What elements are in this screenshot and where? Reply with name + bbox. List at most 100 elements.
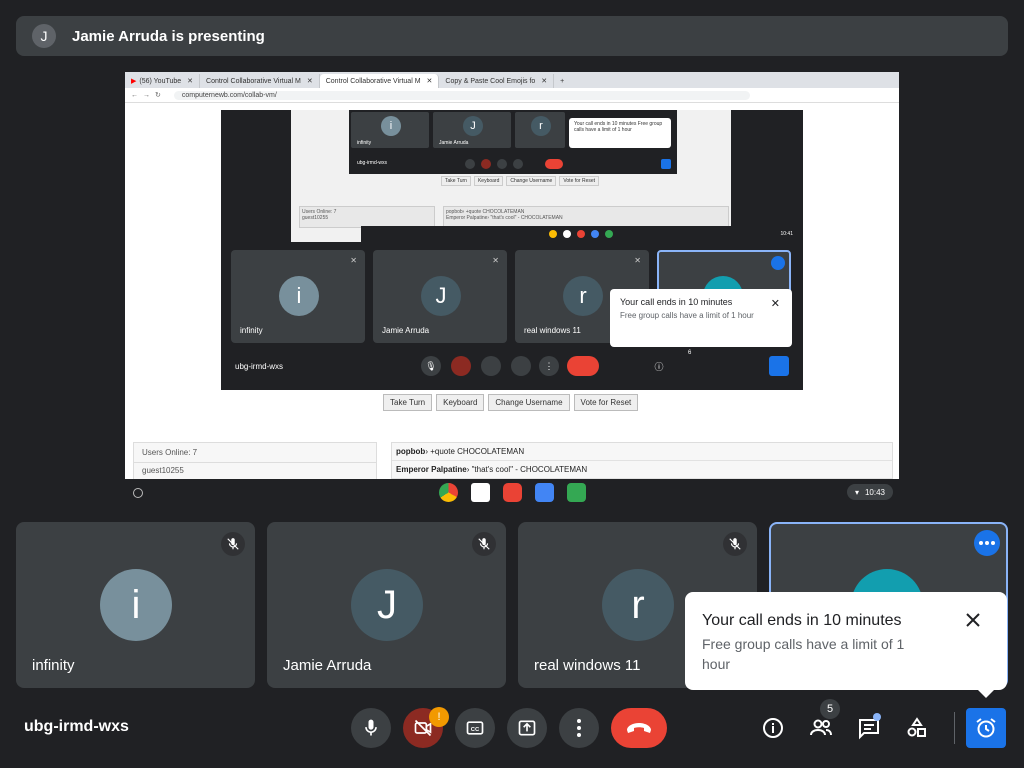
participant-name: real windows 11 (534, 657, 641, 674)
more-options-button[interactable] (974, 530, 1000, 556)
meeting-details-button[interactable] (753, 708, 793, 748)
mini-avatar: i (381, 116, 401, 136)
url-field[interactable]: computernewb.com/collab-vm/ (173, 90, 750, 100)
presenting-text: Jamie Arruda is presenting (72, 27, 265, 45)
launcher-icon (133, 488, 143, 498)
browser-tab[interactable]: Copy & Paste Cool Emojis fo ✕ (439, 74, 555, 88)
participant-tile[interactable]: J Jamie Arruda (267, 522, 506, 688)
system-tray: ▾ 10:43 (846, 484, 893, 500)
mini-participant-tile: J Jamie Arruda (433, 112, 511, 148)
gmail-icon (563, 230, 571, 238)
chat-notification-dot (873, 713, 881, 721)
browser-tab-strip: ▶ (56) YouTube ✕ Control Collaborative Vir… (125, 72, 899, 88)
address-bar: ←→↻ computernewb.com/collab-vm/ (125, 88, 899, 103)
close-icon[interactable]: ✕ (307, 77, 313, 85)
close-icon: ✕ (770, 298, 780, 310)
info-icon: ⓘ (654, 361, 664, 372)
presenter-avatar: J (32, 24, 56, 48)
captions-icon (481, 356, 501, 376)
inner-taskbar: 10:41 (361, 226, 801, 242)
mini-participant-name: Jamie Arruda (439, 140, 469, 146)
youtube-icon (577, 230, 585, 238)
browser-tab[interactable]: ▶ (56) YouTube ✕ (125, 74, 201, 88)
popup-arrow (977, 689, 995, 698)
mic-off-icon (723, 532, 747, 556)
change-username-button[interactable]: Change Username (488, 394, 570, 411)
close-icon[interactable]: ✕ (427, 77, 433, 85)
chat-text: +quote CHOCOLATEMAN (430, 447, 525, 456)
mini-participant-name: infinity (357, 140, 372, 146)
present-button[interactable] (507, 708, 547, 748)
shared-meet-control-bar: ubg-irmd-wxs 🎙 ⋮ ⓘ 6 (221, 350, 803, 390)
mic-off-icon (472, 532, 496, 556)
participant-tile-small: J Jamie Arruda ✕ (373, 250, 507, 343)
call-limit-popup: Your call ends in 10 minutes Free group … (685, 592, 1007, 698)
end-call-button[interactable] (611, 708, 667, 748)
chat-text: "that's cool" - CHOCOLATEMAN (471, 465, 588, 474)
inner-users-panel: Users Online: 7 guest10255 (299, 206, 435, 228)
chat-icon (701, 356, 721, 376)
mic-off-icon: ✕ (492, 256, 499, 265)
call-limit-popup-small: Your call ends in 10 minutes Free group … (610, 289, 792, 347)
browser-tab-label: Control Collaborative Virtual M (206, 77, 301, 85)
activities-button[interactable] (897, 708, 937, 748)
chat-button[interactable] (849, 708, 889, 748)
browser-tab-label: (56) YouTube (139, 77, 182, 85)
present-icon (518, 720, 536, 736)
take-turn-button[interactable]: Take Turn (383, 394, 433, 411)
more-options-button[interactable] (559, 708, 599, 748)
info-icon (763, 718, 783, 738)
participant-name: infinity (240, 326, 263, 335)
participant-name: Jamie Arruda (283, 657, 372, 674)
participant-avatar: J (421, 276, 461, 316)
mini-avatar: r (531, 116, 551, 136)
microphone-icon (365, 719, 377, 736)
browser-tab-active[interactable]: Control Collaborative Virtual M ✕ (319, 74, 440, 88)
vm-display[interactable]: i infinity J Jamie Arruda r Your call en… (221, 110, 803, 390)
mini-meeting-code: ubg-irmd-wxs (357, 160, 388, 166)
inner-change-username: Change Username (506, 176, 557, 186)
meet-icon (605, 230, 613, 238)
chat-message: Emperor Palpatine› "that's cool" - CHOCO… (392, 461, 892, 479)
new-tab-button[interactable]: + (554, 74, 570, 88)
participant-avatar: r (602, 569, 674, 641)
vote-reset-button[interactable]: Vote for Reset (573, 394, 639, 411)
close-popup-button[interactable] (963, 610, 983, 630)
keyboard-button[interactable]: Keyboard (436, 394, 485, 411)
participant-avatar: i (279, 276, 319, 316)
mic-off-icon (221, 532, 245, 556)
more-vert-icon: ⋮ (539, 356, 559, 376)
inner-vm-screen: i infinity J Jamie Arruda r Your call en… (291, 110, 801, 242)
people-count-badge: 5 (820, 699, 840, 719)
captions-button[interactable]: CC (455, 708, 495, 748)
docs-icon (591, 230, 599, 238)
back-forward-reload-icon[interactable]: ←→↻ (131, 91, 166, 99)
activities-icon (729, 356, 749, 376)
participant-tile[interactable]: i infinity (16, 522, 255, 688)
close-icon[interactable]: ✕ (541, 77, 547, 85)
inner-meet-window: i infinity J Jamie Arruda r Your call en… (349, 110, 677, 174)
inner-vote-reset: Vote for Reset (559, 176, 600, 186)
close-icon[interactable]: ✕ (187, 77, 193, 85)
meet-icon (567, 483, 586, 502)
user-entry[interactable]: guest10255 (134, 463, 376, 478)
microphone-button[interactable] (351, 708, 391, 748)
browser-tab[interactable]: Control Collaborative Virtual M ✕ (200, 74, 320, 88)
svg-text:CC: CC (471, 727, 480, 733)
participant-name: infinity (32, 657, 75, 674)
mic-off-icon: ✕ (350, 256, 357, 265)
people-count-small: 6 (688, 350, 692, 356)
mini-avatar: J (463, 116, 483, 136)
people-icon (675, 356, 695, 376)
youtube-icon: ▶ (131, 78, 137, 85)
chrome-icon (439, 483, 458, 502)
inner-chat-panel: popbob› +quote CHOCOLATEMAN Emperor Palp… (443, 206, 729, 228)
mini-timer-button (661, 159, 671, 169)
timer-button[interactable] (966, 708, 1006, 748)
end-call-icon (567, 356, 599, 376)
popup-title: Your call ends in 10 minutes (620, 297, 733, 307)
shared-taskbar: ▾ 10:43 (125, 479, 899, 506)
camera-off-icon (451, 356, 471, 376)
mini-mic-button (465, 159, 475, 169)
chrome-icon (549, 230, 557, 238)
